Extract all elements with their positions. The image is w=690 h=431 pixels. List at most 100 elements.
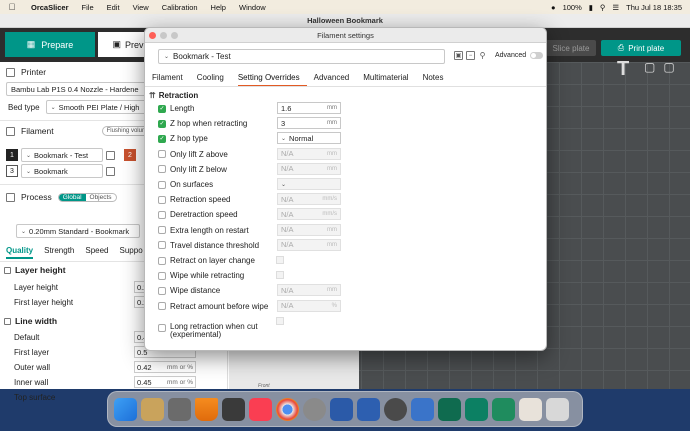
zoom-icon[interactable] — [171, 32, 178, 39]
override-checkbox[interactable] — [158, 302, 166, 311]
menu-window[interactable]: Window — [239, 3, 266, 12]
delete-icon[interactable]: − — [466, 51, 475, 60]
override-checkbox[interactable] — [158, 241, 166, 250]
tab-notes[interactable]: Notes — [423, 73, 451, 87]
tab-prepare[interactable]: ▦ Prepare — [5, 32, 95, 57]
search-icon[interactable]: ⚲ — [600, 3, 606, 12]
finder-icon[interactable] — [114, 397, 137, 421]
system-settings-icon[interactable] — [303, 397, 326, 421]
close-icon[interactable] — [149, 32, 156, 39]
tool-icon[interactable]: ▢ — [644, 60, 655, 74]
tab-cooling[interactable]: Cooling — [197, 73, 231, 87]
option-input[interactable]: 1.6 mm — [277, 102, 341, 114]
override-checkbox[interactable] — [158, 286, 166, 295]
option-checkbox[interactable] — [276, 271, 284, 280]
tab-speed[interactable]: Speed — [85, 246, 108, 259]
advanced-switch[interactable]: Advanced — [495, 52, 544, 59]
music-icon[interactable] — [249, 397, 272, 421]
option-select[interactable]: ⌄ Normal — [277, 132, 341, 145]
option-input[interactable]: N/A mm — [277, 238, 341, 251]
override-checkbox[interactable]: ✓ — [158, 104, 166, 113]
control-center-icon[interactable]: ☰ — [612, 3, 619, 12]
override-checkbox[interactable] — [158, 226, 166, 235]
option-checkbox[interactable] — [276, 256, 284, 264]
override-checkbox[interactable]: ✓ — [158, 134, 166, 143]
filament-slot-number[interactable]: 1 — [6, 149, 18, 161]
app-icon[interactable] — [384, 397, 407, 421]
filament-slot-number[interactable]: 3 — [6, 165, 18, 177]
option-checkbox[interactable] — [276, 316, 284, 325]
vlc-icon[interactable] — [195, 397, 218, 421]
tab-setting-overrides[interactable]: Setting Overrides — [237, 73, 307, 87]
global-option[interactable]: Global — [58, 193, 86, 201]
menu-calibration[interactable]: Calibration — [162, 3, 198, 12]
menu-edit[interactable]: Edit — [107, 3, 120, 12]
option-input[interactable]: N/A mm — [277, 162, 341, 175]
menu-view[interactable]: View — [133, 3, 149, 12]
save-icon[interactable]: ▣ — [454, 51, 463, 60]
filament-preset-dropdown[interactable]: ⌄ Bookmark - Test — [158, 49, 445, 64]
preview-app-icon[interactable] — [222, 397, 245, 421]
objects-option[interactable]: Objects — [86, 194, 116, 201]
override-checkbox[interactable] — [158, 150, 166, 159]
override-checkbox[interactable] — [158, 195, 166, 204]
app-icon[interactable] — [357, 397, 380, 421]
minimize-icon[interactable] — [160, 32, 167, 39]
app-icon[interactable] — [141, 397, 164, 421]
tab-strength[interactable]: Strength — [44, 246, 74, 259]
line-width-input[interactable]: 0.45 mm or % — [134, 376, 196, 388]
menu-help[interactable]: Help — [211, 3, 226, 12]
tool-icon[interactable]: ▢ — [663, 60, 674, 74]
search-icon[interactable]: ⚲ — [478, 51, 487, 60]
battery-icon[interactable]: ▮ — [589, 3, 593, 12]
wifi-icon[interactable]: ● — [551, 3, 556, 12]
override-checkbox[interactable] — [158, 165, 166, 174]
edit-icon[interactable] — [106, 166, 115, 176]
edit-icon[interactable] — [106, 150, 115, 160]
tab-filament[interactable]: Filament — [152, 73, 190, 87]
filament-dropdown[interactable]: ⌄ Bookmark — [21, 164, 103, 178]
text-tool-icon[interactable]: T — [617, 58, 629, 81]
option-input[interactable]: 3 mm — [277, 117, 341, 130]
acrobat-icon[interactable] — [519, 397, 542, 421]
override-checkbox[interactable] — [158, 271, 166, 280]
advanced-toggle[interactable] — [530, 52, 544, 59]
option-input[interactable]: N/A mm — [277, 223, 341, 236]
build-plate[interactable] — [229, 350, 359, 389]
menu-file[interactable]: File — [82, 3, 94, 12]
line-width-input[interactable]: 0.42 mm or % — [134, 361, 196, 373]
bambu-studio-icon[interactable] — [438, 397, 461, 421]
override-checkbox[interactable] — [158, 256, 166, 265]
option-input[interactable]: N/A% — [277, 299, 341, 312]
tab-multimaterial[interactable]: Multimaterial — [363, 73, 415, 87]
app-icon[interactable] — [411, 397, 434, 421]
tab-quality[interactable]: Quality — [6, 246, 34, 259]
override-checkbox[interactable]: ✓ — [158, 119, 166, 128]
slice-plate-button[interactable]: Slice plate — [546, 40, 596, 56]
option-select[interactable]: ⌄ — [277, 178, 341, 190]
app-icon[interactable] — [492, 397, 515, 421]
app-icon[interactable] — [168, 397, 191, 421]
menu-app-name[interactable]: OrcaSlicer — [31, 3, 69, 12]
print-plate-button[interactable]: ⎙ Print plate — [601, 40, 681, 56]
orcaslicer-icon[interactable] — [465, 397, 488, 421]
trash-icon[interactable] — [546, 397, 569, 421]
override-checkbox[interactable] — [158, 180, 166, 189]
tab-support[interactable]: Suppo — [120, 246, 143, 259]
option-input[interactable]: N/A mm — [277, 284, 341, 297]
option-input[interactable]: N/A mm/s — [277, 208, 341, 221]
override-checkbox[interactable] — [158, 323, 166, 332]
global-objects-switch[interactable]: Global Objects — [57, 192, 117, 202]
retraction-option: Long retraction when cut (experimental) — [158, 317, 282, 339]
process-preset-dropdown[interactable]: ⌄ 0.20mm Standard - Bookmark — [16, 224, 140, 238]
option-input[interactable]: N/A mm/s — [277, 193, 341, 206]
option-input[interactable]: N/A mm — [277, 147, 341, 160]
apple-icon[interactable]:  — [6, 2, 18, 12]
chrome-icon[interactable] — [276, 397, 299, 421]
filament-dropdown[interactable]: ⌄ Bookmark - Test — [21, 148, 103, 162]
word-icon[interactable] — [330, 397, 353, 421]
tab-advanced[interactable]: Advanced — [314, 73, 357, 87]
filament-slot-number[interactable]: 2 — [124, 149, 136, 161]
menubar-clock[interactable]: Thu Jul 18 18:35 — [626, 3, 682, 12]
override-checkbox[interactable] — [158, 210, 166, 219]
